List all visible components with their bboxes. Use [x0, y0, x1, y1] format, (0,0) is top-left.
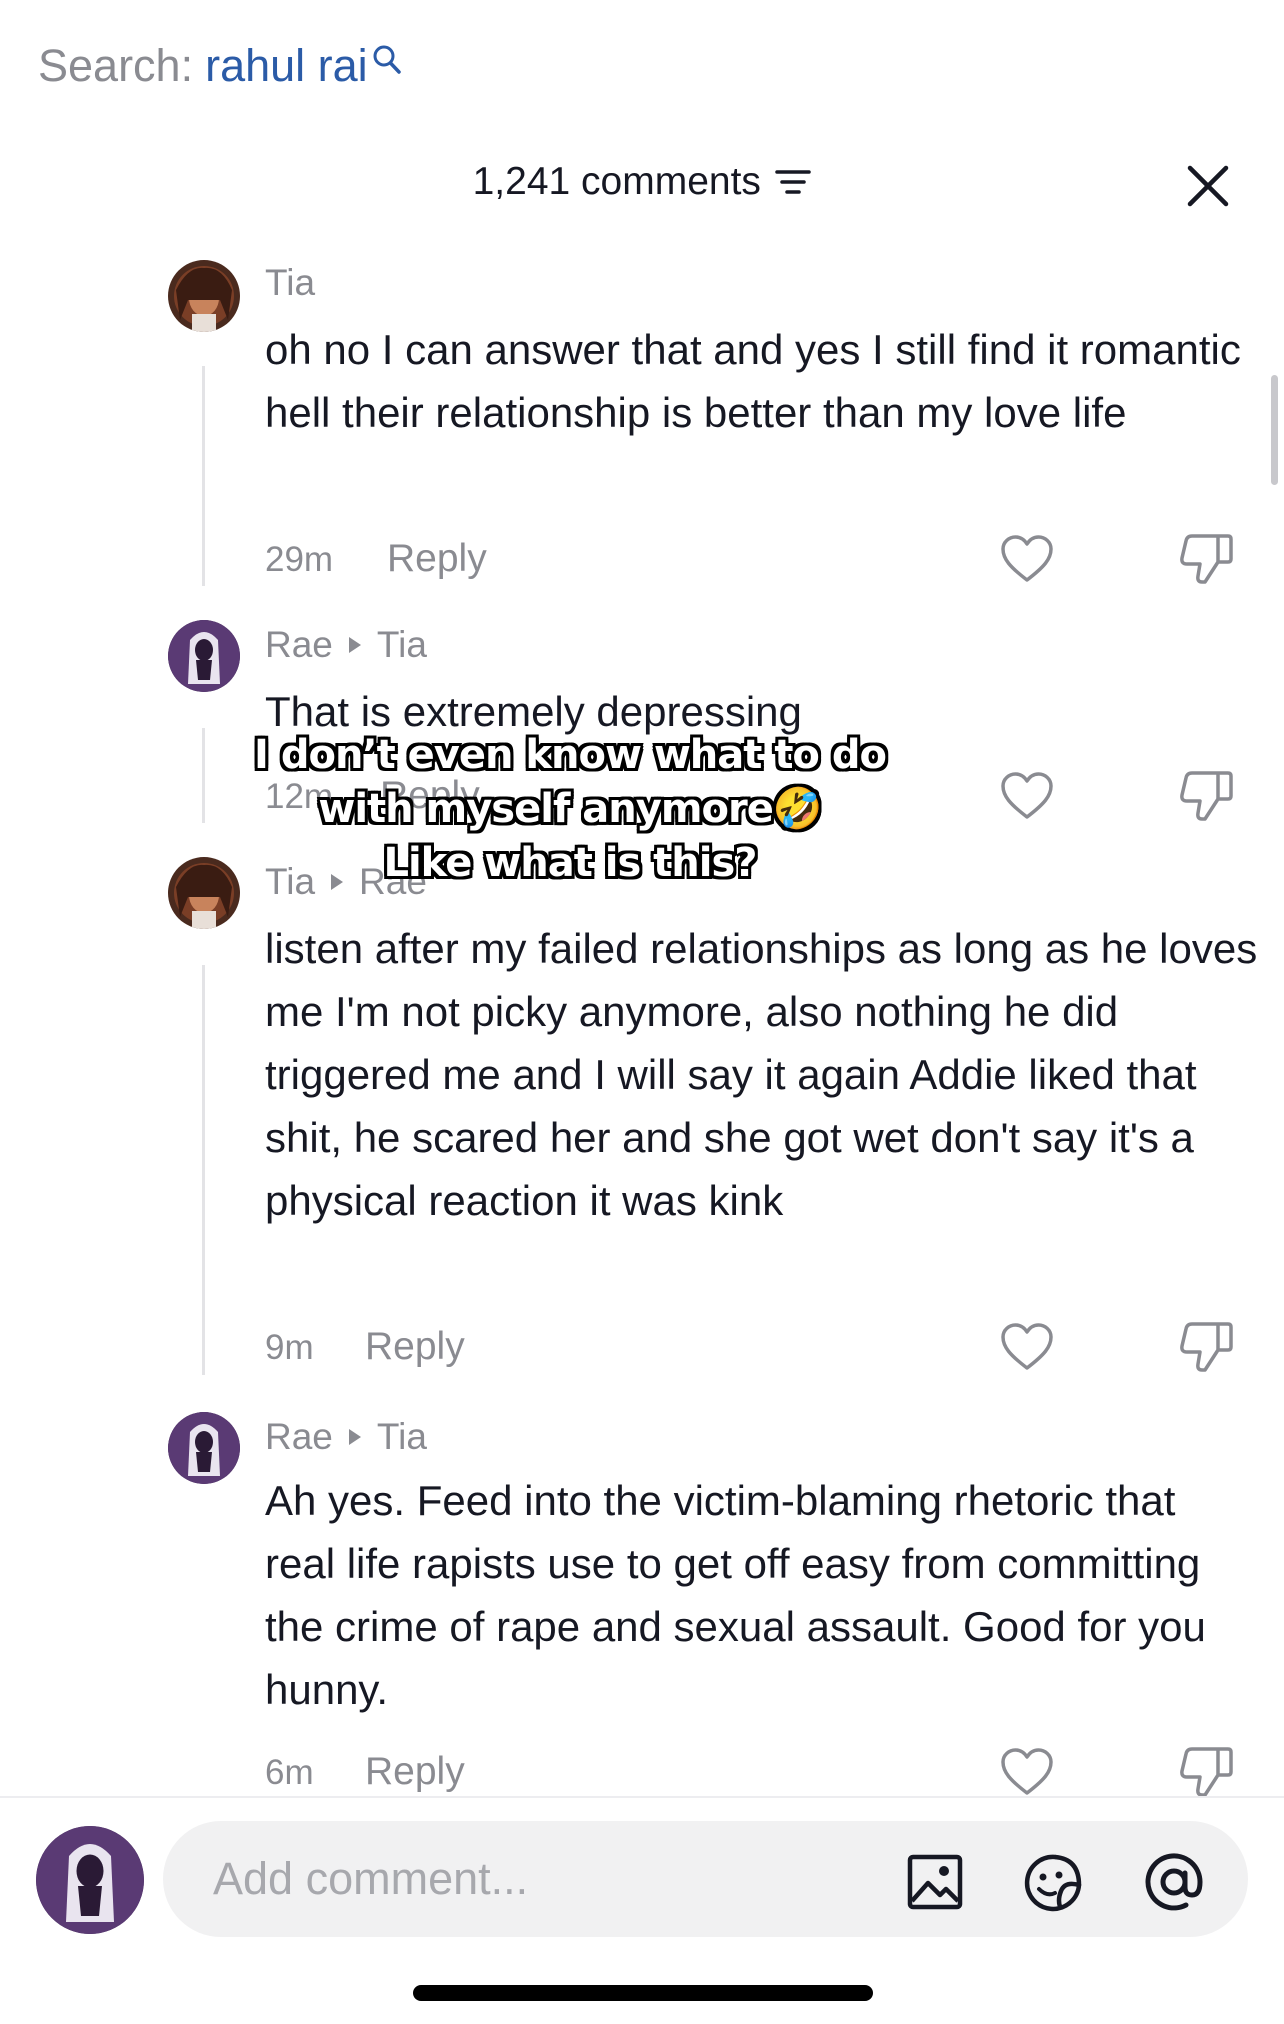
- comment-username[interactable]: Rae Tia: [265, 1416, 427, 1458]
- username-label[interactable]: Rae: [265, 1416, 333, 1458]
- thread-line: [202, 366, 205, 586]
- overlay-caption-line: I don’t even know what to do: [254, 732, 887, 778]
- avatar[interactable]: [168, 1412, 240, 1484]
- scrollbar[interactable]: [1271, 375, 1278, 485]
- reply-button[interactable]: Reply: [387, 537, 487, 581]
- dislike-icon[interactable]: [1178, 767, 1234, 823]
- dislike-icon[interactable]: [1178, 1318, 1234, 1374]
- avatar[interactable]: [168, 620, 240, 692]
- search-bar[interactable]: Search: rahul rai: [38, 40, 402, 92]
- comment-text: Ah yes. Feed into the victim-blaming rhe…: [265, 1477, 1206, 1713]
- reply-arrow-icon: [348, 637, 361, 653]
- dislike-icon[interactable]: [1178, 1743, 1234, 1799]
- comment-username[interactable]: Tia: [265, 262, 315, 304]
- emoji-icon[interactable]: [1021, 1851, 1085, 1915]
- comment-username[interactable]: Rae Tia: [265, 624, 427, 666]
- reply-button[interactable]: Reply: [365, 1325, 465, 1369]
- overlay-caption-line: with myself anymore🤣: [318, 786, 822, 832]
- heart-icon[interactable]: [1000, 534, 1054, 584]
- reply-to-label[interactable]: Tia: [377, 1416, 427, 1458]
- comment-text: listen after my failed relationships as …: [265, 925, 1258, 1224]
- reply-button[interactable]: Reply: [365, 1750, 465, 1794]
- comment-time: 9m: [265, 1328, 314, 1367]
- close-icon[interactable]: [1186, 164, 1230, 208]
- thread-line: [202, 965, 205, 1375]
- heart-icon[interactable]: [1000, 1747, 1054, 1797]
- input-placeholder[interactable]: Add comment...: [213, 1853, 528, 1905]
- avatar[interactable]: [168, 260, 240, 332]
- my-avatar[interactable]: [36, 1826, 144, 1934]
- home-indicator[interactable]: [413, 1985, 873, 2001]
- comments-header: 1,241 comments: [0, 160, 1284, 212]
- search-icon[interactable]: [372, 44, 402, 78]
- comment-text: oh no I can answer that and yes I still …: [265, 326, 1241, 436]
- comments-sheet: Search: rahul rai 1,241 comments Tia oh …: [0, 0, 1284, 2024]
- comment-time: 6m: [265, 1753, 314, 1792]
- comment-time: 29m: [265, 540, 334, 579]
- username-label[interactable]: Tia: [265, 262, 315, 304]
- overlay-caption: I don’t even know what to do with myself…: [0, 728, 1140, 890]
- search-query[interactable]: rahul rai: [205, 40, 368, 92]
- comment-count: 1,241 comments: [472, 160, 761, 203]
- sort-icon[interactable]: [775, 167, 812, 197]
- add-comment-input[interactable]: Add comment...: [163, 1821, 1248, 1937]
- reply-to-label[interactable]: Tia: [377, 624, 427, 666]
- overlay-caption-line: Like what is this?: [383, 840, 757, 886]
- image-icon[interactable]: [906, 1853, 964, 1911]
- dislike-icon[interactable]: [1178, 530, 1234, 586]
- username-label[interactable]: Rae: [265, 624, 333, 666]
- heart-icon[interactable]: [1000, 1322, 1054, 1372]
- search-prefix: Search:: [38, 40, 194, 91]
- mention-icon[interactable]: [1143, 1851, 1205, 1913]
- reply-arrow-icon: [348, 1429, 361, 1445]
